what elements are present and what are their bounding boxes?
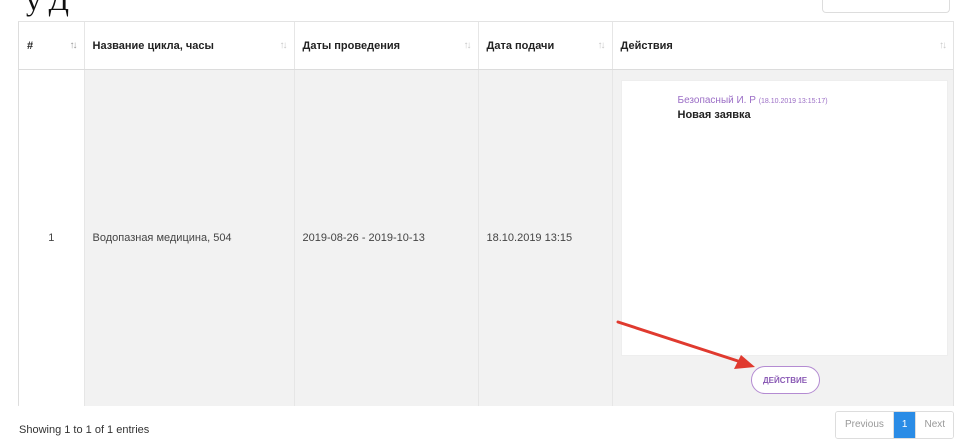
sort-arrows-icon[interactable]: ↑↓ <box>280 40 288 51</box>
column-label: Действия <box>620 39 673 52</box>
author-name: Безопасный И. Р <box>677 95 756 106</box>
column-header-number[interactable]: # ↑↓ <box>19 22 85 70</box>
sort-arrows-icon[interactable]: ↑↓ <box>598 40 606 51</box>
table-row: 1 Водопазная медицина, 504 2019-08-26 - … <box>19 69 953 406</box>
search-input[interactable] <box>822 0 950 13</box>
column-header-cycle[interactable]: Название цикла, часы ↑↓ <box>84 22 295 70</box>
cell-number: 1 <box>19 69 85 406</box>
column-header-dates[interactable]: Даты проведения ↑↓ <box>294 22 479 70</box>
column-label: Даты проведения <box>302 39 401 52</box>
action-status: Новая заявка <box>677 109 751 121</box>
page-1-button[interactable]: 1 <box>893 412 916 438</box>
column-label: # <box>27 39 34 52</box>
header-fragment: у Д <box>26 0 69 17</box>
sort-arrows-icon[interactable]: ↑↓ <box>939 40 947 51</box>
column-header-submitted[interactable]: Дата подачи ↑↓ <box>478 22 613 70</box>
action-button[interactable]: ДЕЙСТВИЕ <box>750 366 820 394</box>
column-header-actions[interactable]: Действия ↑↓ <box>612 22 953 70</box>
sort-arrows-icon[interactable]: ↑↓ <box>464 40 472 51</box>
sort-arrows-icon[interactable]: ↑↓ <box>70 40 78 51</box>
column-label: Название цикла, часы <box>92 39 214 52</box>
next-page-button[interactable]: Next <box>915 412 954 438</box>
previous-page-button[interactable]: Previous <box>836 412 894 438</box>
entries-info: Showing 1 to 1 of 1 entries <box>19 424 150 436</box>
cell-submitted: 18.10.2019 13:15 <box>478 69 613 406</box>
column-label: Дата подачи <box>486 39 555 52</box>
applications-table: # ↑↓ Название цикла, часы ↑↓ Даты провед… <box>18 21 954 406</box>
action-author: Безопасный И. Р (18.10.2019 13:15:17) <box>678 95 828 106</box>
cell-actions: Безопасный И. Р (18.10.2019 13:15:17) Но… <box>612 69 953 406</box>
table-header-row: # ↑↓ Название цикла, часы ↑↓ Даты провед… <box>19 22 953 70</box>
action-history-card: Безопасный И. Р (18.10.2019 13:15:17) Но… <box>620 80 948 356</box>
action-timestamp: (18.10.2019 13:15:17) <box>758 98 828 105</box>
cell-cycle: Водопазная медицина, 504 <box>84 69 295 406</box>
cell-dates: 2019-08-26 - 2019-10-13 <box>294 69 479 406</box>
